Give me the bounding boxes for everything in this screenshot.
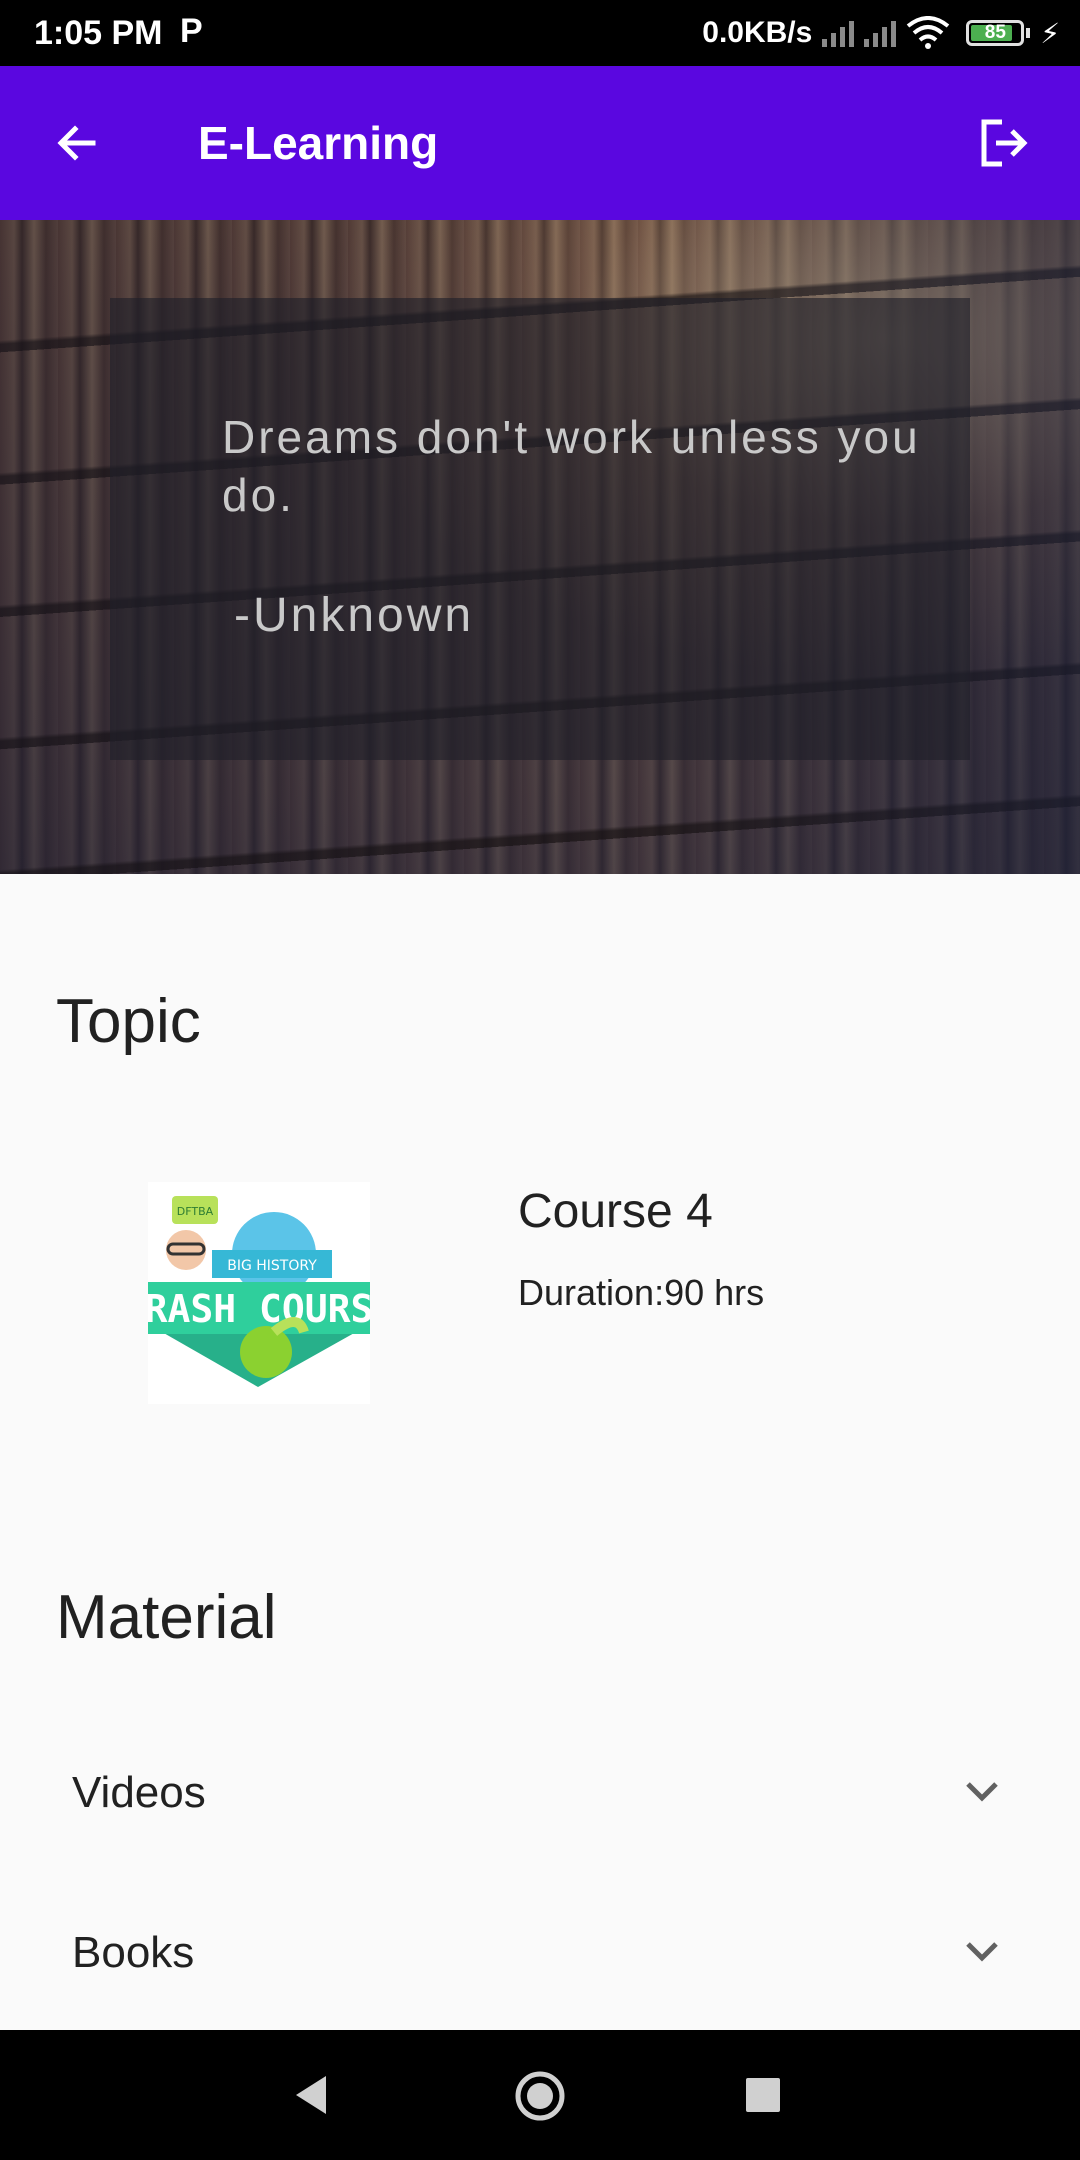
thumb-title: CRASH COURSE xyxy=(148,1287,370,1331)
chevron-down-icon xyxy=(966,1782,998,1802)
battery-icon: 85 xyxy=(966,20,1025,46)
material-item-label: Books xyxy=(72,1928,195,1977)
nav-home-icon[interactable] xyxy=(514,2070,566,2122)
material-item-videos[interactable]: Videos xyxy=(0,1736,1080,1846)
status-bar: 1:05 PM P 0.0KB/s 85 ⚡ xyxy=(0,0,1080,66)
logout-button[interactable] xyxy=(970,110,1036,176)
charging-icon: ⚡ xyxy=(1040,17,1060,49)
signal-icon xyxy=(822,19,855,47)
back-button[interactable] xyxy=(44,110,110,176)
course-duration: Duration:90 hrs xyxy=(518,1272,765,1313)
status-indicators: 0.0KB/s 85 ⚡ xyxy=(702,10,1060,56)
thumb-subtitle: BIG HISTORY xyxy=(227,1258,317,1274)
logout-icon xyxy=(981,119,1028,167)
status-time: 1:05 PM xyxy=(34,14,163,52)
signal-2-icon xyxy=(864,19,897,47)
topic-heading: Topic xyxy=(56,987,201,1056)
quote-author: -Unknown xyxy=(234,589,475,642)
battery-percent: 85 xyxy=(984,22,1006,43)
arrow-left-icon xyxy=(57,125,96,161)
page-title: E-Learning xyxy=(198,117,439,169)
carrier-icon: P xyxy=(180,12,203,50)
course-thumbnail[interactable]: DFTBA BIG HISTORY CRASH COURSE xyxy=(148,1182,370,1404)
nav-recents-icon[interactable] xyxy=(746,2078,780,2112)
system-nav-bar xyxy=(0,2030,1080,2160)
quote-card: Dreams don't work unless you do. -Unknow… xyxy=(110,298,970,760)
course-title[interactable]: Course 4 xyxy=(518,1184,713,1239)
network-speed: 0.0KB/s xyxy=(702,16,813,49)
quote-text: Dreams don't work unless you do. xyxy=(222,411,921,521)
material-item-books[interactable]: Books xyxy=(0,1896,1080,2006)
chevron-down-icon xyxy=(966,1942,998,1962)
material-heading: Material xyxy=(56,1583,277,1652)
thumb-badge: DFTBA xyxy=(177,1205,214,1218)
nav-back-icon[interactable] xyxy=(292,2074,330,2116)
app-bar: E-Learning xyxy=(0,66,1080,220)
wifi-icon xyxy=(907,16,950,49)
battery-nub xyxy=(1026,28,1031,38)
crash-course-logo: DFTBA BIG HISTORY CRASH COURSE xyxy=(148,1182,370,1404)
material-item-label: Videos xyxy=(72,1768,206,1817)
hero-banner: Dreams don't work unless you do. -Unknow… xyxy=(0,220,1080,874)
